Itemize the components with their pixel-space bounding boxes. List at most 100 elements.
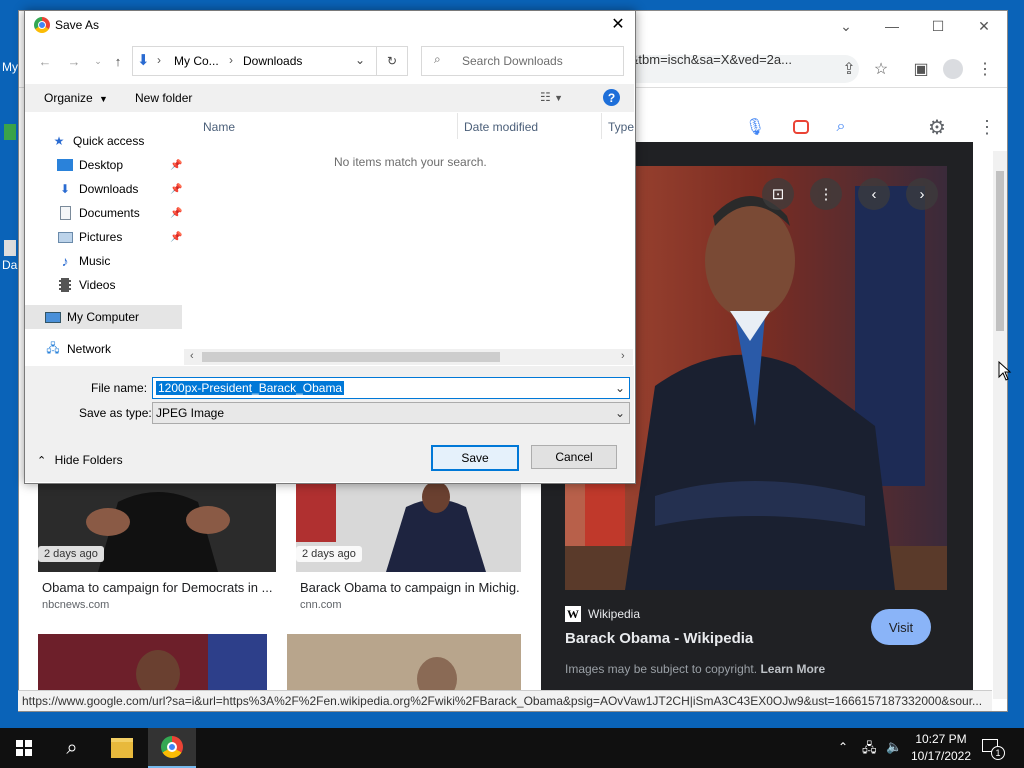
desktop-icon-label[interactable]: My <box>2 60 18 74</box>
nav-item-pictures[interactable]: Pictures 📌 <box>25 225 182 249</box>
network-tray-icon[interactable]: 🖧 <box>862 739 877 761</box>
organize-label: Organize <box>44 91 93 105</box>
bookmark-star-icon[interactable]: ☆ <box>869 57 893 81</box>
volume-icon[interactable]: 🔈 <box>886 739 902 755</box>
scroll-right-icon[interactable]: › <box>621 350 625 362</box>
forward-arrow-icon[interactable]: → <box>64 51 84 71</box>
share-icon[interactable]: ⇪ <box>837 57 861 81</box>
nav-item-videos[interactable]: Videos <box>25 273 182 297</box>
address-dropdown-chevron-icon[interactable]: ⌄ <box>355 53 365 67</box>
lens-camera-icon[interactable] <box>789 115 813 139</box>
nav-item-network[interactable]: 🖧 Network <box>25 337 182 361</box>
result-source[interactable]: nbcnews.com <box>42 599 109 611</box>
desktop-icon-label[interactable]: Da <box>2 258 17 272</box>
up-arrow-icon[interactable]: ↑ <box>108 51 128 71</box>
new-folder-button[interactable]: New folder <box>135 91 192 105</box>
settings-gear-icon[interactable]: ⚙ <box>925 115 949 139</box>
maximize-button[interactable]: ☐ <box>915 11 961 41</box>
nav-item-music[interactable]: ♪ Music <box>25 249 182 273</box>
result-thumbnail[interactable] <box>38 634 267 690</box>
save-as-type-value: JPEG Image <box>156 406 225 420</box>
show-hidden-icons-chevron-icon[interactable]: ⌃ <box>838 740 848 754</box>
dialog-close-icon[interactable]: ✕ <box>606 14 630 34</box>
view-options-icon[interactable]: ☷ ▼ <box>540 90 563 104</box>
computer-icon <box>45 310 61 324</box>
file-list[interactable]: Name Date modified Type No items match y… <box>184 113 634 365</box>
result-caption[interactable]: Obama to campaign for Democrats in ... <box>42 580 272 595</box>
scroll-left-icon[interactable]: ‹ <box>190 350 194 362</box>
column-header-type[interactable]: Type <box>608 120 634 134</box>
breadcrumb-downloads[interactable]: Downloads <box>243 54 302 68</box>
scrollbar-thumb[interactable] <box>996 171 1004 331</box>
url-text[interactable]: ns&tbm=isch&sa=X&ved=2a... <box>616 52 792 67</box>
horizontal-scrollbar[interactable]: ‹ › <box>184 349 633 365</box>
dropdown-triangle-icon: ▼ <box>99 94 108 104</box>
help-icon[interactable]: ? <box>603 89 620 106</box>
breadcrumb-my-computer[interactable]: My Co... <box>174 54 219 68</box>
chrome-taskbar-icon[interactable] <box>148 728 196 768</box>
learn-more-link[interactable]: Learn More <box>760 662 825 676</box>
nav-item-desktop[interactable]: Desktop 📌 <box>25 153 182 177</box>
clock-time: 10:27 PM <box>915 732 967 746</box>
save-button[interactable]: Save <box>431 445 519 471</box>
chrome-menu-icon[interactable]: ⋮ <box>973 57 997 81</box>
cancel-button[interactable]: Cancel <box>531 445 617 469</box>
next-image-icon[interactable]: › <box>906 178 938 210</box>
pin-icon: 📌 <box>170 207 183 219</box>
result-source[interactable]: cnn.com <box>300 599 342 611</box>
preview-title[interactable]: Barack Obama - Wikipedia <box>565 630 753 647</box>
tab-search-icon[interactable]: ⌄ <box>823 11 869 41</box>
address-breadcrumb[interactable]: ⬇ › My Co... › Downloads ⌄ <box>132 46 377 76</box>
close-button[interactable]: ✕ <box>961 11 1007 41</box>
desktop-icon[interactable] <box>4 124 16 140</box>
nav-item-quick-access[interactable]: ★ Quick access <box>25 129 182 153</box>
command-bar: Organize ▼ New folder ☷ ▼ ? <box>25 84 634 112</box>
dropdown-chevron-icon[interactable]: ⌄ <box>615 406 625 420</box>
file-name-value: 1200px-President_Barack_Obama <box>156 381 345 395</box>
column-header-name[interactable]: Name <box>203 120 235 134</box>
organize-menu[interactable]: Organize ▼ <box>44 91 108 105</box>
profile-avatar-icon[interactable] <box>941 57 965 81</box>
recent-locations-chevron-icon[interactable]: ⌄ <box>88 51 108 71</box>
clock[interactable]: 10:27 PM 10/17/2022 <box>906 731 976 765</box>
breadcrumb-separator-icon: › <box>229 53 233 67</box>
search-icon[interactable]: ⌕ <box>829 115 853 139</box>
hide-folders-toggle[interactable]: ⌃ Hide Folders <box>37 453 123 467</box>
back-arrow-icon[interactable]: ← <box>35 51 55 71</box>
minimize-button[interactable]: — <box>869 11 915 41</box>
file-name-input[interactable]: 1200px-President_Barack_Obama ⌄ <box>152 377 630 399</box>
nav-item-downloads[interactable]: ⬇ Downloads 📌 <box>25 177 182 201</box>
scrollbar-thumb[interactable] <box>202 352 500 362</box>
status-bar-url: https://www.google.com/url?sa=i&url=http… <box>18 690 992 711</box>
file-explorer-icon[interactable] <box>98 728 146 768</box>
hide-folders-label: Hide Folders <box>54 453 123 467</box>
nav-item-my-computer[interactable]: My Computer <box>25 305 182 329</box>
nav-item-documents[interactable]: Documents 📌 <box>25 201 182 225</box>
visit-button[interactable]: Visit <box>871 609 931 645</box>
result-caption[interactable]: Barack Obama to campaign in Michig... <box>300 580 520 595</box>
mouse-cursor-icon <box>998 360 1012 384</box>
column-divider[interactable] <box>601 113 602 139</box>
lens-search-icon[interactable]: ⊡ <box>762 178 794 210</box>
refresh-icon[interactable]: ↻ <box>376 46 408 76</box>
vertical-scrollbar[interactable] <box>993 151 1007 699</box>
voice-search-icon[interactable]: 🎙 <box>743 115 767 139</box>
column-header-date-modified[interactable]: Date modified <box>464 120 538 134</box>
save-as-type-select[interactable]: JPEG Image ⌄ <box>152 402 630 424</box>
source-name[interactable]: Wikipedia <box>588 607 640 621</box>
apps-grid-icon[interactable]: ⋮ <box>975 115 999 139</box>
result-thumbnail[interactable] <box>287 634 521 690</box>
column-divider[interactable] <box>457 113 458 139</box>
side-panel-icon[interactable]: ▣ <box>909 57 933 81</box>
time-ago-badge: 2 days ago <box>296 546 362 562</box>
star-icon: ★ <box>53 134 65 148</box>
search-icon[interactable]: ⌕ <box>48 728 96 768</box>
nav-label: My Computer <box>67 310 140 324</box>
search-downloads-field[interactable]: ⌕ Search Downloads <box>421 46 624 76</box>
start-windows-icon[interactable] <box>0 728 48 768</box>
dropdown-chevron-icon[interactable]: ⌄ <box>615 381 625 395</box>
previous-image-icon[interactable]: ‹ <box>858 178 890 210</box>
notifications-icon[interactable]: 1 <box>982 736 1006 760</box>
more-options-icon[interactable]: ⋮ <box>810 178 842 210</box>
desktop-icon[interactable] <box>4 240 16 256</box>
